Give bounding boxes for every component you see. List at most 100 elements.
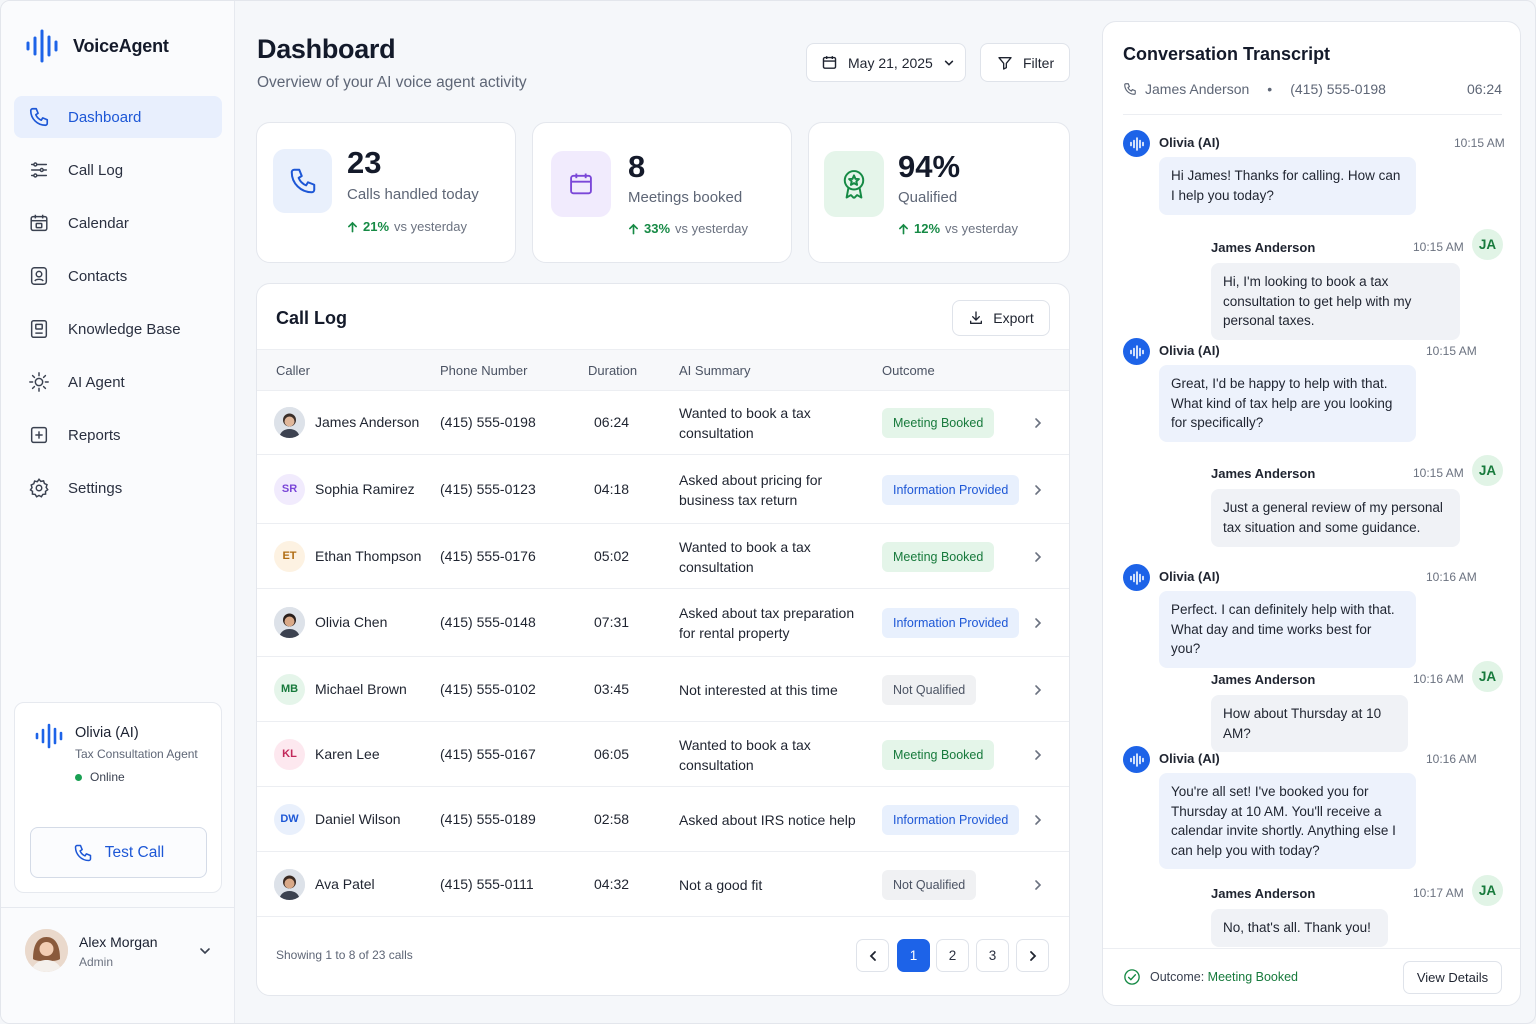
chevron-right-icon[interactable] (1032, 550, 1044, 564)
agent-status-label: Online (90, 770, 125, 784)
sidebar: VoiceAgent Dashboard Call Log Calendar C… (1, 1, 235, 1023)
transcript-footer: Outcome: Meeting Booked View Details (1103, 948, 1520, 1005)
transcript-meta: James Anderson • (415) 555-0198 06:24 (1123, 81, 1502, 97)
status-badge: Not Qualified (882, 674, 977, 705)
caller-phone: (415) 555-0148 (440, 614, 536, 630)
sidebar-item-label: Knowledge Base (68, 320, 181, 338)
column-header-outcome[interactable]: Outcome (882, 363, 935, 378)
sidebar-item-settings[interactable]: Settings (14, 467, 222, 509)
calendar-icon (570, 173, 592, 195)
stat-icon-box (551, 151, 611, 217)
filter-button[interactable]: Filter (980, 43, 1070, 82)
stat-delta-value: 21% (363, 219, 390, 234)
avatar: JA (1472, 229, 1503, 260)
message-time: 10:16 AM (1413, 672, 1464, 686)
status-badge: Not Qualified (882, 869, 977, 900)
list-icon (30, 162, 48, 178)
column-header-caller[interactable]: Caller (276, 363, 310, 378)
message-time: 10:16 AM (1426, 570, 1477, 584)
table-row[interactable]: Ava Patel (415) 555-0111 04:32 Not a good f… (257, 852, 1069, 917)
chevron-right-icon[interactable] (1032, 416, 1044, 430)
message-sender: Olivia (AI) (1159, 343, 1220, 358)
call-duration: 04:32 (594, 875, 630, 892)
caller-phone: (415) 555-0176 (440, 547, 536, 564)
outcome-label: Outcome: (1150, 970, 1205, 984)
sidebar-item-ai-agent[interactable]: AI Agent (14, 361, 222, 403)
stat-delta: 21% vs yesterday (347, 219, 467, 234)
table-row[interactable]: ET Ethan Thompson (415) 555-0176 05:02 Wante… (257, 524, 1069, 589)
table-row[interactable]: SR Sophia Ramirez (415) 555-0123 04:18 Asked… (257, 455, 1069, 524)
stat-delta-value: 33% (644, 221, 671, 236)
avatar: KL (274, 738, 305, 770)
sidebar-item-knowledge-base[interactable]: Knowledge Base (14, 308, 222, 350)
table-row[interactable]: James Anderson (415) 555-0198 06:24 Wanted … (257, 390, 1069, 455)
stat-value: 8 (628, 149, 646, 184)
column-header-duration[interactable]: Duration (588, 363, 637, 378)
avatar (274, 406, 305, 438)
call-log-title: Call Log (276, 308, 347, 328)
test-call-button[interactable]: Test Call (30, 827, 207, 878)
transcript-panel: Conversation Transcript James Anderson •… (1102, 21, 1521, 1006)
ai-message-bubble: Perfect. I can definitely help with that… (1159, 591, 1416, 668)
ai-summary: Wanted to book a tax consultation (679, 736, 811, 773)
stat-delta-suffix: vs yesterday (675, 221, 749, 236)
sidebar-item-contacts[interactable]: Contacts (14, 255, 222, 297)
chevron-right-icon[interactable] (1032, 683, 1044, 697)
status-badge: Meeting Booked (882, 541, 995, 572)
message-sender: James Anderson (1211, 886, 1316, 901)
user-menu[interactable]: Alex Morgan Admin (1, 907, 235, 993)
calendar-icon (30, 214, 48, 232)
table-row[interactable]: Olivia Chen (415) 555-0148 07:31 Asked abou… (257, 589, 1069, 657)
ai-avatar-icon (1123, 338, 1150, 365)
stat-card-calls: 23 Calls handled today 21% vs yesterday (256, 122, 516, 263)
pagination-page-3[interactable]: 3 (976, 939, 1009, 972)
caller-name: Sophia Ramirez (315, 480, 415, 497)
pagination-prev-button[interactable] (856, 939, 889, 972)
ai-summary: Asked about tax preparation for rental p… (679, 605, 855, 641)
chevron-right-icon[interactable] (1032, 748, 1044, 762)
export-button[interactable]: Export (952, 300, 1050, 336)
date-picker[interactable]: May 21, 2025 (806, 43, 966, 82)
agent-role: Tax Consultation Agent (75, 747, 198, 761)
chevron-right-icon[interactable] (1032, 483, 1044, 497)
user-message-bubble: How about Thursday at 10 AM? (1211, 695, 1408, 752)
pagination-page-2[interactable]: 2 (936, 939, 969, 972)
chevron-right-icon[interactable] (1032, 878, 1044, 892)
table-row[interactable]: DW Daniel Wilson (415) 555-0189 02:58 Asked … (257, 787, 1069, 852)
sidebar-item-label: Contacts (68, 267, 128, 285)
column-header-phone[interactable]: Phone Number (440, 363, 527, 378)
column-header-summary[interactable]: AI Summary (679, 363, 751, 378)
date-label: May 21, 2025 (848, 54, 933, 71)
page-subtitle: Overview of your AI voice agent activity (257, 74, 527, 91)
book-icon (30, 320, 48, 338)
message-sender: James Anderson (1211, 466, 1316, 481)
sidebar-item-calendar[interactable]: Calendar (14, 202, 222, 244)
sidebar-item-call-log[interactable]: Call Log (14, 149, 222, 191)
table-row[interactable]: KL Karen Lee (415) 555-0167 06:05 Wanted to … (257, 722, 1069, 787)
sidebar-item-label: Call Log (68, 161, 124, 179)
table-row[interactable]: MB Michael Brown (415) 555-0102 03:45 Not in… (257, 657, 1069, 722)
sidebar-item-dashboard[interactable]: Dashboard (14, 96, 222, 138)
filter-label: Filter (1023, 54, 1055, 71)
chevron-right-icon[interactable] (1032, 616, 1044, 630)
chevron-down-icon[interactable] (198, 944, 212, 958)
message-sender: James Anderson (1211, 672, 1316, 687)
logo[interactable]: VoiceAgent (25, 29, 169, 63)
divider (1123, 114, 1502, 115)
status-badge: Meeting Booked (882, 739, 995, 770)
avatar (25, 929, 68, 972)
calendar-icon (822, 56, 837, 69)
chevron-down-icon (944, 60, 954, 66)
chevron-right-icon[interactable] (1032, 813, 1044, 827)
export-label: Export (993, 310, 1034, 326)
pagination-page-1[interactable]: 1 (897, 939, 930, 972)
stat-card-meetings: 8 Meetings booked 33% vs yesterday (532, 122, 792, 263)
caller-phone: (415) 555-0198 (440, 413, 536, 430)
caller-name: Ethan Thompson (315, 547, 422, 564)
sidebar-item-reports[interactable]: Reports (14, 414, 222, 456)
outcome-value: Meeting Booked (1207, 970, 1299, 984)
ai-avatar-icon (1123, 564, 1150, 591)
pagination-next-button[interactable] (1016, 939, 1049, 972)
view-details-button[interactable]: View Details (1403, 961, 1502, 994)
stat-label: Meetings booked (628, 189, 743, 206)
